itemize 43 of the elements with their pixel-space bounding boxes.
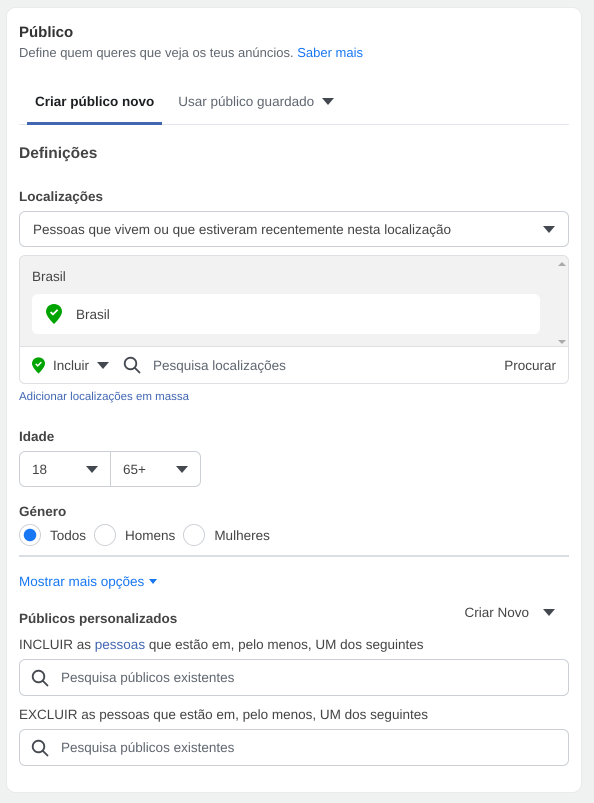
caret-icon [86, 466, 98, 472]
location-pin-icon [32, 356, 45, 374]
tab[interactable]: Criar público novo [27, 88, 162, 125]
location-search-field[interactable]: Pesquisa localizações [151, 356, 494, 374]
field-label: Públicos personalizados [19, 611, 178, 626]
section-title: Definições [19, 145, 98, 163]
caret-icon [97, 362, 110, 368]
location-mode-dropdown[interactable]: Pessoas que vivem ou que estiveram recentemente nesta localização [19, 211, 569, 247]
card-subtitle: Define quem queres que veja os teus anúncios. Saber mais [19, 45, 363, 60]
caret-icon [543, 226, 555, 232]
exclude-audience-search-field[interactable]: Pesquisa públicos existentes [19, 729, 569, 766]
search-icon [123, 356, 142, 374]
radio-button[interactable] [19, 524, 41, 546]
location-group-label: Brasil [32, 269, 67, 284]
gender-radio[interactable]: Mulheres [183, 524, 270, 546]
learn-more-link[interactable]: Saber mais [297, 45, 363, 60]
field-label: Localizações [19, 189, 104, 204]
exclude-rule-text: EXCLUIR as pessoas que estão em, pelo menos, UM dos seguintes [19, 707, 428, 722]
radio-button[interactable] [94, 524, 116, 546]
gender-radio[interactable]: Homens [94, 524, 176, 546]
caret-icon [176, 466, 188, 472]
max-age-dropdown[interactable]: 65+ [110, 452, 200, 486]
field-label: Género [19, 504, 66, 519]
radio-button[interactable] [183, 524, 206, 546]
more-options-link[interactable]: Mostrar mais opções [19, 574, 158, 589]
field-label: Idade [19, 429, 54, 444]
location-item[interactable]: Brasil [32, 294, 540, 334]
create-new-dropdown[interactable]: Criar Novo [464, 605, 569, 620]
caret-icon [149, 579, 158, 584]
location-pin-icon [46, 304, 62, 324]
gender-radio[interactable]: Todos [19, 524, 86, 546]
bulk-locations-link[interactable]: Adicionar localizações em massa [19, 391, 190, 403]
people-link[interactable]: pessoas [94, 637, 146, 652]
include-audience-search-field[interactable]: Pesquisa públicos existentes [19, 659, 569, 696]
browse-button[interactable]: Procurar [504, 358, 556, 372]
card-title: Público [19, 24, 74, 41]
include-rule-text: INCLUIR as pessoas que estão em, pelo menos, UM dos seguintes [19, 637, 424, 652]
include-dropdown[interactable]: Incluir [32, 356, 110, 374]
caret-icon [322, 98, 334, 105]
search-icon [31, 739, 49, 757]
search-icon [31, 669, 49, 687]
caret-icon [543, 609, 555, 616]
tab[interactable]: Usar público guardado [170, 88, 342, 125]
